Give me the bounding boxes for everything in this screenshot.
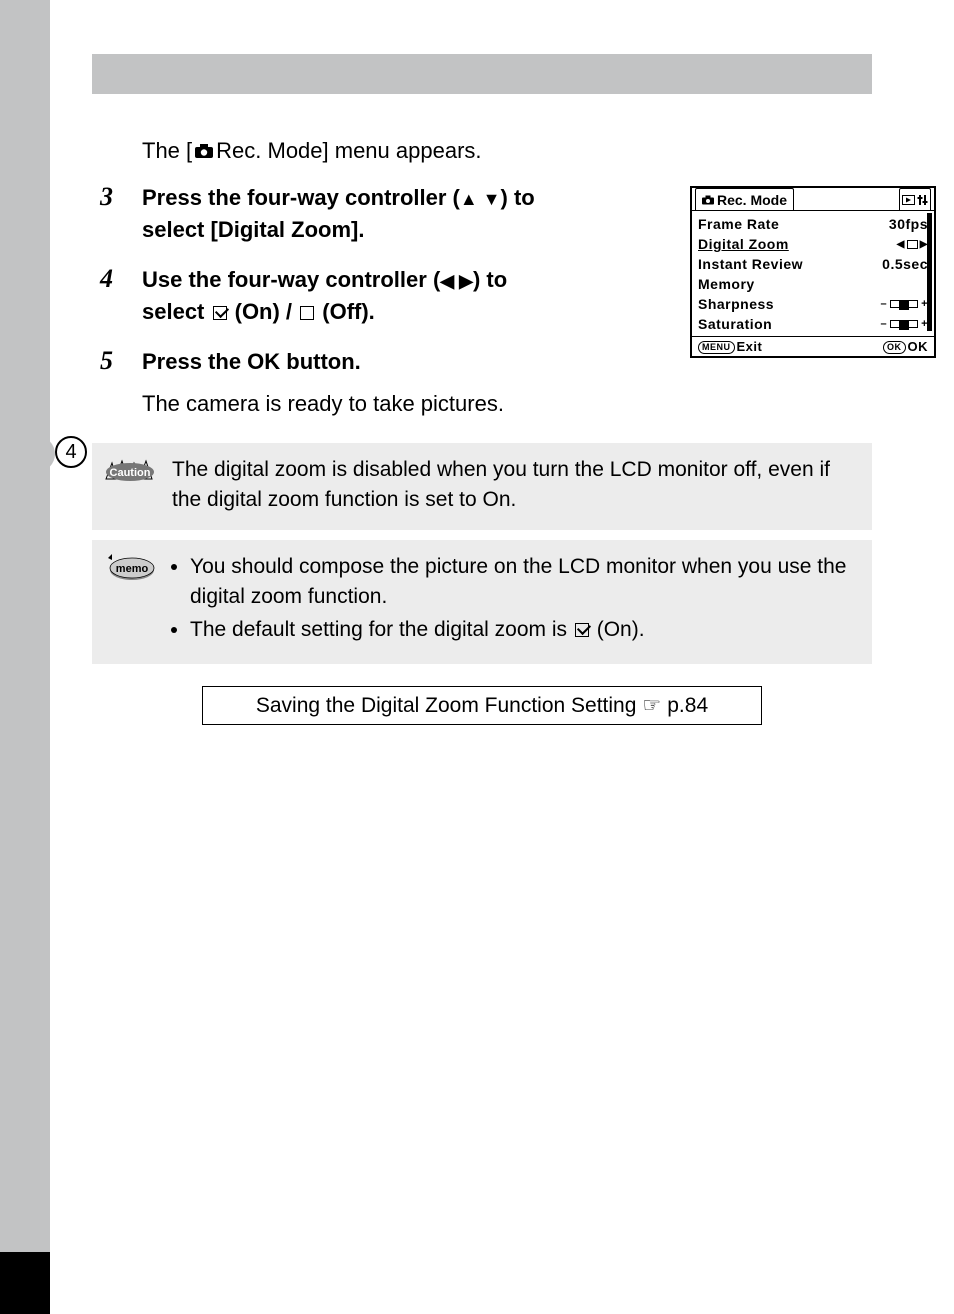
checkbox-on-icon <box>213 306 227 320</box>
menu-row-sharpness: Sharpness –+ <box>698 294 928 314</box>
ok-button-pill: OK <box>883 341 906 354</box>
checkbox-on-icon <box>575 623 589 637</box>
page-header-bar <box>92 54 872 94</box>
menu-item-label: Memory <box>698 276 755 292</box>
ref-text: Saving the Digital Zoom Function Setting <box>256 694 637 718</box>
step-text: Press the OK button. <box>142 346 572 378</box>
caution-icon: Caution <box>102 455 158 489</box>
menu-footer-ok: OKOK <box>883 339 928 354</box>
memo-item-1: You should compose the picture on the LC… <box>190 552 854 611</box>
memo-block: memo You should compose the picture on t… <box>92 540 872 664</box>
right-arrow-icon: ▶ <box>920 239 928 250</box>
chapter-tab: 4 <box>55 436 87 468</box>
step-number: 5 <box>92 346 142 376</box>
menu-item-label: Saturation <box>698 316 772 332</box>
camera-menu-screenshot: Rec. Mode Frame Rate 30fps Digital Zoom … <box>690 186 936 358</box>
chapter-number-circle: 4 <box>55 436 87 468</box>
menu-tab-other <box>899 188 931 210</box>
memo-icon: memo <box>102 552 158 586</box>
svg-text:memo: memo <box>116 563 149 575</box>
menu-footer-exit: MENUExit <box>698 339 762 354</box>
caution-block: Caution The digital zoom is disabled whe… <box>92 443 872 530</box>
camera-icon <box>194 143 214 159</box>
chapter-number: 4 <box>65 441 76 464</box>
step-text: Press the four-way controller (▲ ▼) to s… <box>142 182 572 246</box>
svg-text:Caution: Caution <box>110 467 151 479</box>
menu-tab-label: Rec. Mode <box>717 192 787 208</box>
checkbox-off-icon <box>300 306 314 320</box>
menu-item-value: 0.5sec <box>882 256 928 272</box>
menu-row-frame-rate: Frame Rate 30fps <box>698 214 928 234</box>
menu-row-digital-zoom: Digital Zoom ◀ ▶ <box>698 234 928 254</box>
cross-reference-box: Saving the Digital Zoom Function Setting… <box>202 686 762 725</box>
menu-button-pill: MENU <box>698 341 735 354</box>
ref-page: p.84 <box>667 694 708 718</box>
left-right-arrows-icon: ◀ ▶ <box>440 271 473 291</box>
camera-icon <box>702 195 714 205</box>
left-arrow-icon: ◀ <box>897 239 905 250</box>
caution-text: The digital zoom is disabled when you tu… <box>172 455 854 514</box>
chapter-tab-bg <box>32 436 55 472</box>
step-5-followup: The camera is ready to take pictures. <box>142 391 872 417</box>
menu-footer: MENUExit OKOK <box>692 336 934 356</box>
slider-value: –+ <box>880 318 928 330</box>
menu-tabs: Rec. Mode <box>692 188 934 210</box>
step-number: 4 <box>92 264 142 294</box>
menu-item-label: Frame Rate <box>698 216 779 232</box>
menu-item-label: Sharpness <box>698 296 774 312</box>
memo-item-2: The default setting for the digital zoom… <box>190 615 854 644</box>
playback-icon <box>902 195 915 205</box>
slider-value: –+ <box>880 298 928 310</box>
menu-row-saturation: Saturation –+ <box>698 314 928 334</box>
checkbox-icon <box>907 240 918 249</box>
menu-body: Frame Rate 30fps Digital Zoom ◀ ▶ Instan… <box>692 210 934 336</box>
setup-icon <box>917 195 928 205</box>
memo-text: You should compose the picture on the LC… <box>172 552 854 648</box>
step-text: Use the four-way controller (◀ ▶) to sel… <box>142 264 572 328</box>
pointer-icon: ☞ <box>642 693 661 718</box>
left-margin-bottom-block <box>0 1252 50 1314</box>
intro-prefix: The [ <box>142 138 192 164</box>
menu-item-value: ◀ ▶ <box>897 239 928 250</box>
menu-row-memory: Memory <box>698 274 928 294</box>
left-margin-rail <box>0 0 50 1314</box>
intro-suffix: Rec. Mode] menu appears. <box>216 138 481 164</box>
menu-item-label: Digital Zoom <box>698 236 789 252</box>
menu-scrollbar <box>927 213 932 331</box>
intro-text: The [ Rec. Mode] menu appears. <box>142 138 872 164</box>
menu-row-instant-review: Instant Review 0.5sec <box>698 254 928 274</box>
menu-item-value: 30fps <box>889 216 928 232</box>
menu-item-label: Instant Review <box>698 256 803 272</box>
up-down-arrows-icon: ▲ ▼ <box>460 189 501 209</box>
menu-tab-rec-mode: Rec. Mode <box>695 188 794 210</box>
step-number: 3 <box>92 182 142 212</box>
